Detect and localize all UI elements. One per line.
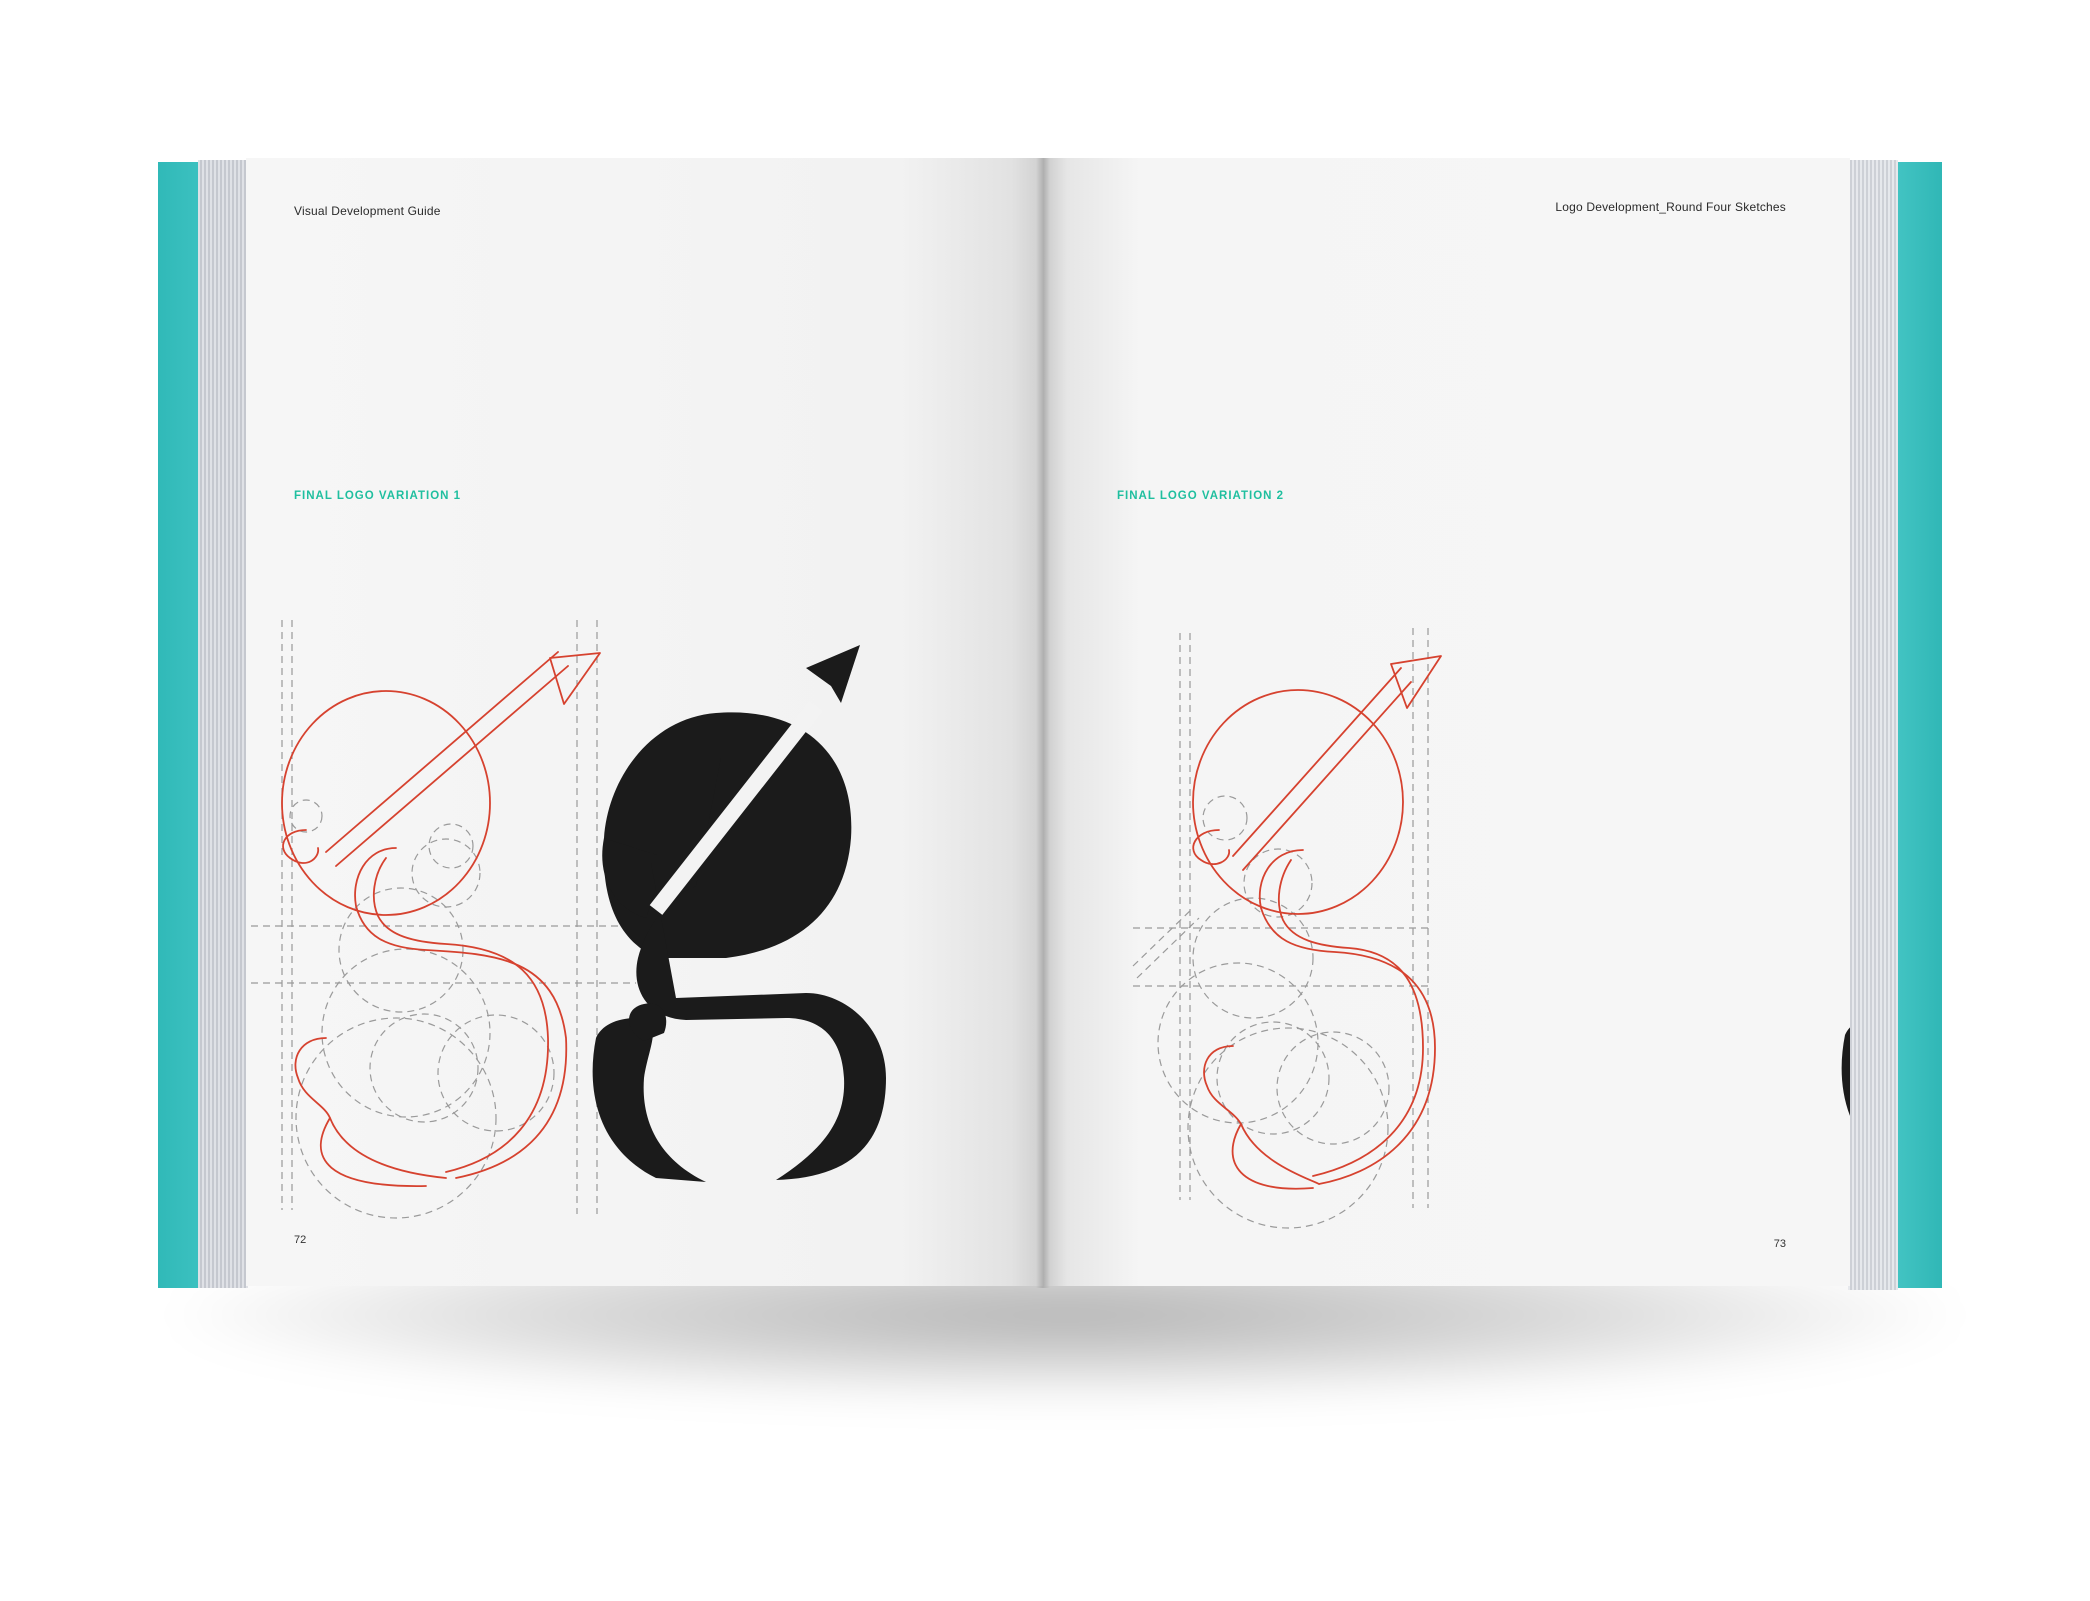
right-page: Logo Development_Round Four Sketches FIN… bbox=[1043, 158, 1850, 1286]
logo-sketch-left bbox=[251, 620, 636, 1219]
page-edges-left bbox=[198, 160, 248, 1288]
book-spine-gutter bbox=[1036, 158, 1050, 1288]
logo-sketch-right bbox=[1132, 628, 1442, 1229]
left-page: Visual Development Guide FINAL LOGO VARI… bbox=[246, 158, 1043, 1286]
logo-mark-right bbox=[1841, 1027, 1850, 1116]
book-mockup-scene: Visual Development Guide FINAL LOGO VARI… bbox=[0, 0, 2090, 1601]
logo-mark-left bbox=[592, 645, 886, 1182]
logo-construction-illustration-left bbox=[251, 620, 886, 1219]
book-cover-right bbox=[1896, 162, 1942, 1288]
logo-construction-illustration-right bbox=[1132, 628, 1850, 1229]
page-edges-right bbox=[1848, 160, 1898, 1290]
